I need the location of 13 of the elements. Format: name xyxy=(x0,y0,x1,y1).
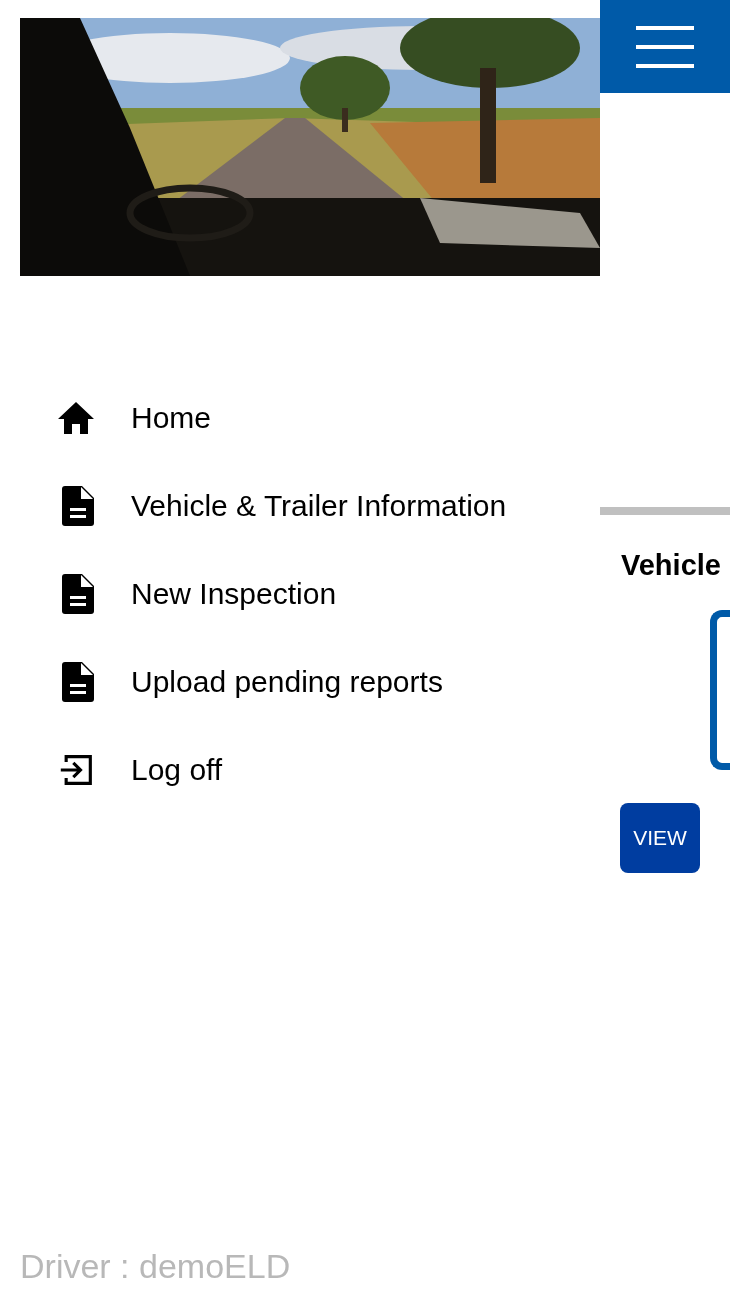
home-icon xyxy=(57,401,95,435)
menu-icon[interactable] xyxy=(636,25,694,68)
section-title: Vehicle xyxy=(621,549,722,582)
view-button[interactable]: VIEW xyxy=(620,803,700,873)
document-icon xyxy=(62,662,94,702)
document-icon xyxy=(62,574,94,614)
menu-item[interactable]: Log off xyxy=(131,753,223,787)
menu-item[interactable]: Home xyxy=(131,401,212,435)
driver-label: Driver : demoELD xyxy=(20,1247,292,1286)
menu-item[interactable]: Upload pending reports xyxy=(131,665,443,699)
menu-item[interactable]: Vehicle & Trailer Information xyxy=(131,489,507,523)
menu-item[interactable]: New Inspection xyxy=(131,577,337,611)
document-icon xyxy=(62,486,94,526)
